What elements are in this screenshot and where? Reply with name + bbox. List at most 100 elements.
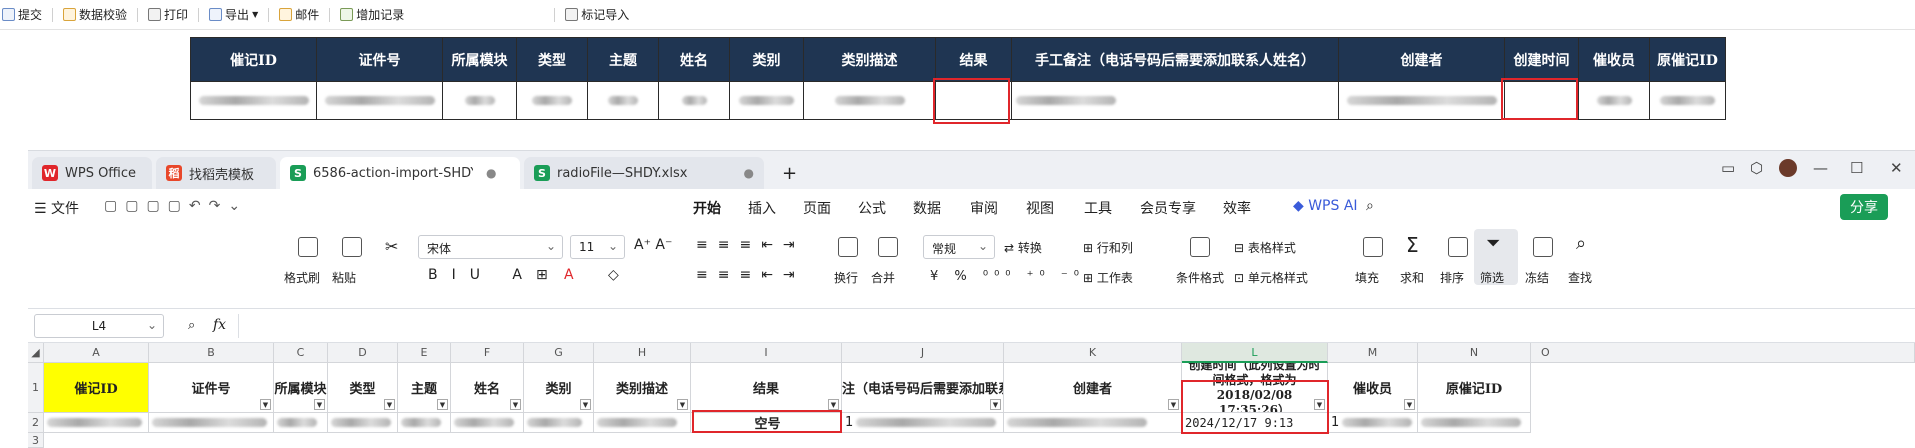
font-name-select[interactable]: 宋体 ⌄ [418, 235, 563, 259]
col-G[interactable]: G [524, 343, 594, 363]
export-button[interactable]: 导出 ▼ [209, 6, 258, 23]
menu-view[interactable]: 视图 [1026, 198, 1054, 218]
col-F[interactable]: F [451, 343, 524, 363]
maximize-icon[interactable]: ☐ [1850, 159, 1863, 177]
new-tab-plus-icon[interactable]: + [782, 157, 797, 189]
cell-G2[interactable] [524, 413, 594, 433]
header-cell-id[interactable]: 催记ID [44, 363, 149, 413]
wps-ai-button[interactable]: ◆ WPS AI [1293, 198, 1358, 214]
col-K[interactable]: K [1004, 343, 1182, 363]
tab-radio-file[interactable]: SradioFile—SHDY.xlsx ● [524, 157, 764, 189]
row-2[interactable]: 2 [28, 413, 44, 433]
submit-button[interactable]: 提交 [2, 6, 42, 23]
menu-insert[interactable]: 插入 [748, 198, 776, 218]
cell-A2[interactable] [44, 413, 149, 433]
filter-dropdown-icon[interactable]: ▼ [314, 399, 325, 410]
minimize-icon[interactable]: — [1813, 159, 1828, 177]
format-painter-icon[interactable] [298, 237, 318, 257]
rows-cols-button[interactable]: ⊞ 行和列 [1083, 239, 1133, 256]
col-H[interactable]: H [594, 343, 691, 363]
align-icons[interactable]: ≡≡≡⇤⇥ [696, 237, 805, 253]
cell-C2[interactable] [274, 413, 328, 433]
header-cell-cert-no[interactable]: 证件号 ▼ [149, 363, 274, 413]
menu-page[interactable]: 页面 [803, 198, 831, 218]
row-3[interactable]: 3 [28, 433, 44, 448]
search-icon[interactable]: ⌕ [1366, 198, 1374, 214]
menu-efficiency[interactable]: 效率 [1223, 198, 1251, 218]
col-L[interactable]: L [1182, 343, 1328, 363]
col-D[interactable]: D [328, 343, 398, 363]
cell-N2[interactable] [1418, 413, 1531, 433]
table-cell[interactable] [1011, 81, 1339, 120]
table-cell[interactable] [442, 81, 517, 120]
cell-K2[interactable] [1004, 413, 1182, 433]
header-cell-category-desc[interactable]: 类别描述 ▼ [594, 363, 691, 413]
sum-icon[interactable]: Σ [1406, 233, 1419, 257]
col-J[interactable]: J [842, 343, 1004, 363]
close-icon[interactable]: ✕ [1890, 159, 1903, 177]
header-cell-module[interactable]: 所属模块 ▼ [274, 363, 328, 413]
name-box[interactable]: L4 ⌄ [34, 314, 164, 338]
tablet-icon[interactable]: ▭ [1721, 159, 1735, 177]
cell-D2[interactable] [328, 413, 398, 433]
col-O[interactable]: O [1531, 343, 1915, 363]
header-cell-creator[interactable]: 创建者 ▼ [1004, 363, 1182, 413]
find-icon[interactable]: ⌕ [1576, 233, 1586, 254]
data-validate-button[interactable]: 数据校验 [63, 6, 127, 23]
wrap-icon[interactable] [838, 237, 858, 257]
filter-dropdown-icon[interactable]: ▼ [580, 399, 591, 410]
avatar[interactable] [1779, 159, 1797, 177]
col-E[interactable]: E [398, 343, 451, 363]
table-style-button[interactable]: ⊟ 表格样式 [1234, 239, 1296, 256]
cell-style-button[interactable]: ⊡ 单元格样式 [1234, 269, 1308, 286]
menu-member[interactable]: 会员专享 [1140, 198, 1196, 218]
table-cell[interactable] [316, 81, 443, 120]
cut-icon[interactable]: ✂ [385, 237, 398, 256]
table-cell[interactable] [729, 81, 804, 120]
font-grow-icon[interactable]: A⁺ A⁻ [634, 237, 672, 253]
menu-home[interactable]: 开始 [693, 198, 721, 226]
header-cell-memo[interactable]: 注（电话号码后需要添加联系人▼ [842, 363, 1004, 413]
table-cell[interactable] [1649, 81, 1726, 120]
filter-dropdown-icon[interactable]: ▼ [1168, 399, 1179, 410]
col-N[interactable]: N [1418, 343, 1531, 363]
number-icons[interactable]: ¥ % ⁰⁰⁰ ⁺⁰ ⁻⁰ [930, 269, 1085, 284]
col-I[interactable]: I [691, 343, 842, 363]
filter-dropdown-icon[interactable]: ▼ [437, 399, 448, 410]
table-cell[interactable] [190, 81, 317, 120]
cube-icon[interactable]: ⬡ [1750, 159, 1763, 177]
cell-M2[interactable]: 1 [1328, 413, 1418, 433]
tab-template[interactable]: 稻找稻壳模板 [156, 157, 276, 189]
header-cell-orig-id[interactable]: 原催记ID [1418, 363, 1531, 413]
sort-icon[interactable] [1448, 237, 1468, 257]
font-style-icons[interactable]: BIU A⊞ [428, 267, 562, 283]
zoom-formula-icon[interactable]: ⌕ [188, 318, 195, 333]
table-cell[interactable] [658, 81, 730, 120]
filter-icon[interactable]: ⏷ [1486, 233, 1500, 254]
worksheet-button[interactable]: ⊞ 工作表 [1083, 269, 1133, 286]
fill-icon[interactable] [1363, 237, 1383, 257]
table-cell[interactable] [1338, 81, 1505, 120]
font-size-select[interactable]: 11 ⌄ [570, 235, 625, 259]
clear-format-icon[interactable]: ◇ [608, 267, 619, 283]
header-cell-name[interactable]: 姓名 ▼ [451, 363, 524, 413]
merge-icon[interactable] [878, 237, 898, 257]
tab-import-file[interactable]: S 6586-action-import-SHDY-2 ● [280, 157, 520, 189]
formula-input[interactable] [238, 314, 1915, 338]
freeze-icon[interactable] [1533, 237, 1553, 257]
cell-B2[interactable] [149, 413, 274, 433]
cell-J2-memo[interactable]: 1 [842, 413, 1004, 433]
filter-dropdown-icon[interactable]: ▼ [510, 399, 521, 410]
tab-wps-office[interactable]: W WPS Office [32, 157, 152, 189]
convert-button[interactable]: ⇄ 转换 [1004, 239, 1042, 256]
header-cell-category[interactable]: 类别 ▼ [524, 363, 594, 413]
halign-icons[interactable]: ≡≡≡⇤⇥ [696, 267, 805, 283]
mail-button[interactable]: 邮件 [279, 6, 319, 23]
table-cell[interactable] [587, 81, 659, 120]
table-cell[interactable] [1578, 81, 1650, 120]
filter-dropdown-icon[interactable]: ▼ [990, 399, 1001, 410]
header-cell-type[interactable]: 类型 ▼ [328, 363, 398, 413]
filter-dropdown-icon[interactable]: ▼ [828, 399, 839, 410]
row-1[interactable]: 1 [28, 363, 44, 413]
filter-dropdown-icon[interactable]: ▼ [260, 399, 271, 410]
